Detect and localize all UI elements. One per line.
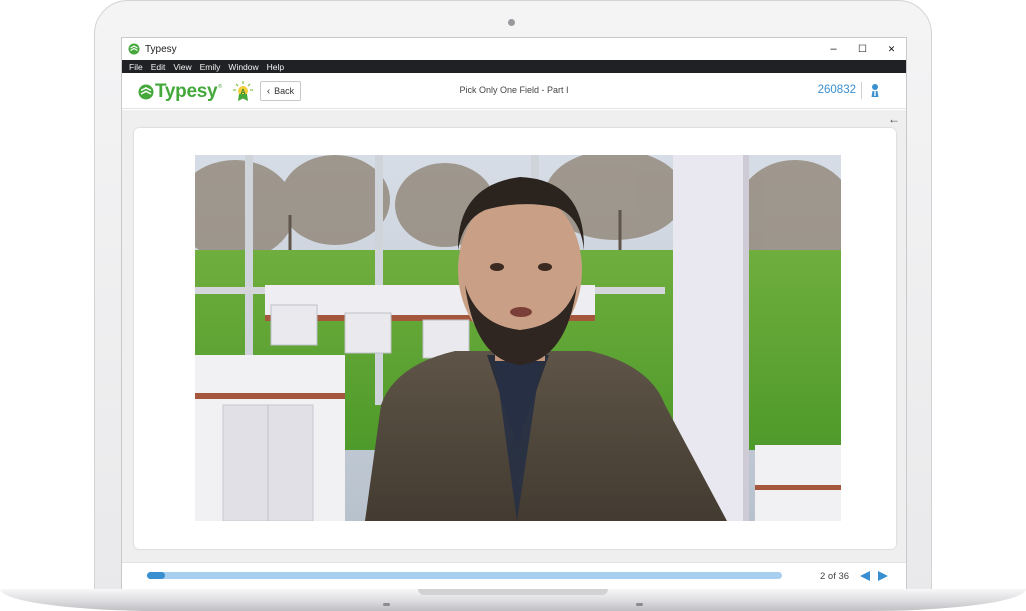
lesson-title: Pick Only One Field - Part I	[459, 85, 569, 95]
progress-bar[interactable]	[147, 572, 782, 579]
title-bar: Typesy – ☐ ✕	[122, 38, 906, 60]
maximize-button[interactable]: ☐	[848, 38, 877, 60]
triangle-right-icon[interactable]	[877, 570, 889, 582]
menu-bar: File Edit View Emily Window Help	[122, 60, 906, 73]
triangle-left-icon[interactable]	[859, 570, 871, 582]
user-profile-icon[interactable]	[868, 83, 882, 98]
page-indicator: 2 of 36	[820, 571, 850, 582]
lesson-video[interactable]	[195, 155, 841, 521]
content-area: ←	[122, 110, 906, 562]
window-title: Typesy	[145, 43, 177, 55]
menu-window[interactable]: Window	[224, 62, 262, 72]
header-divider	[861, 82, 862, 99]
video-card	[134, 128, 896, 549]
progress-fill	[147, 572, 165, 579]
user-id[interactable]: 260832	[818, 84, 856, 96]
minimize-button[interactable]: –	[819, 38, 848, 60]
camera-dot	[508, 19, 515, 26]
close-button[interactable]: ✕	[877, 38, 906, 60]
arrow-left-icon[interactable]: ←	[888, 112, 900, 126]
laptop-notch	[418, 589, 608, 595]
menu-file[interactable]: File	[125, 62, 147, 72]
menu-emily[interactable]: Emily	[196, 62, 225, 72]
menu-view[interactable]: View	[169, 62, 195, 72]
app-header: Typesy ® A ‹ Back Pick Only One Field - …	[122, 73, 906, 109]
lesson-footer: 2 of 36	[122, 562, 906, 589]
typesy-logo-icon	[128, 43, 140, 55]
video-frame-image	[195, 155, 841, 521]
menu-help[interactable]: Help	[263, 62, 288, 72]
app-window: Typesy – ☐ ✕ File Edit View Emily Window…	[121, 37, 907, 589]
laptop-foot	[383, 603, 390, 606]
laptop-foot	[636, 603, 643, 606]
menu-edit[interactable]: Edit	[147, 62, 170, 72]
